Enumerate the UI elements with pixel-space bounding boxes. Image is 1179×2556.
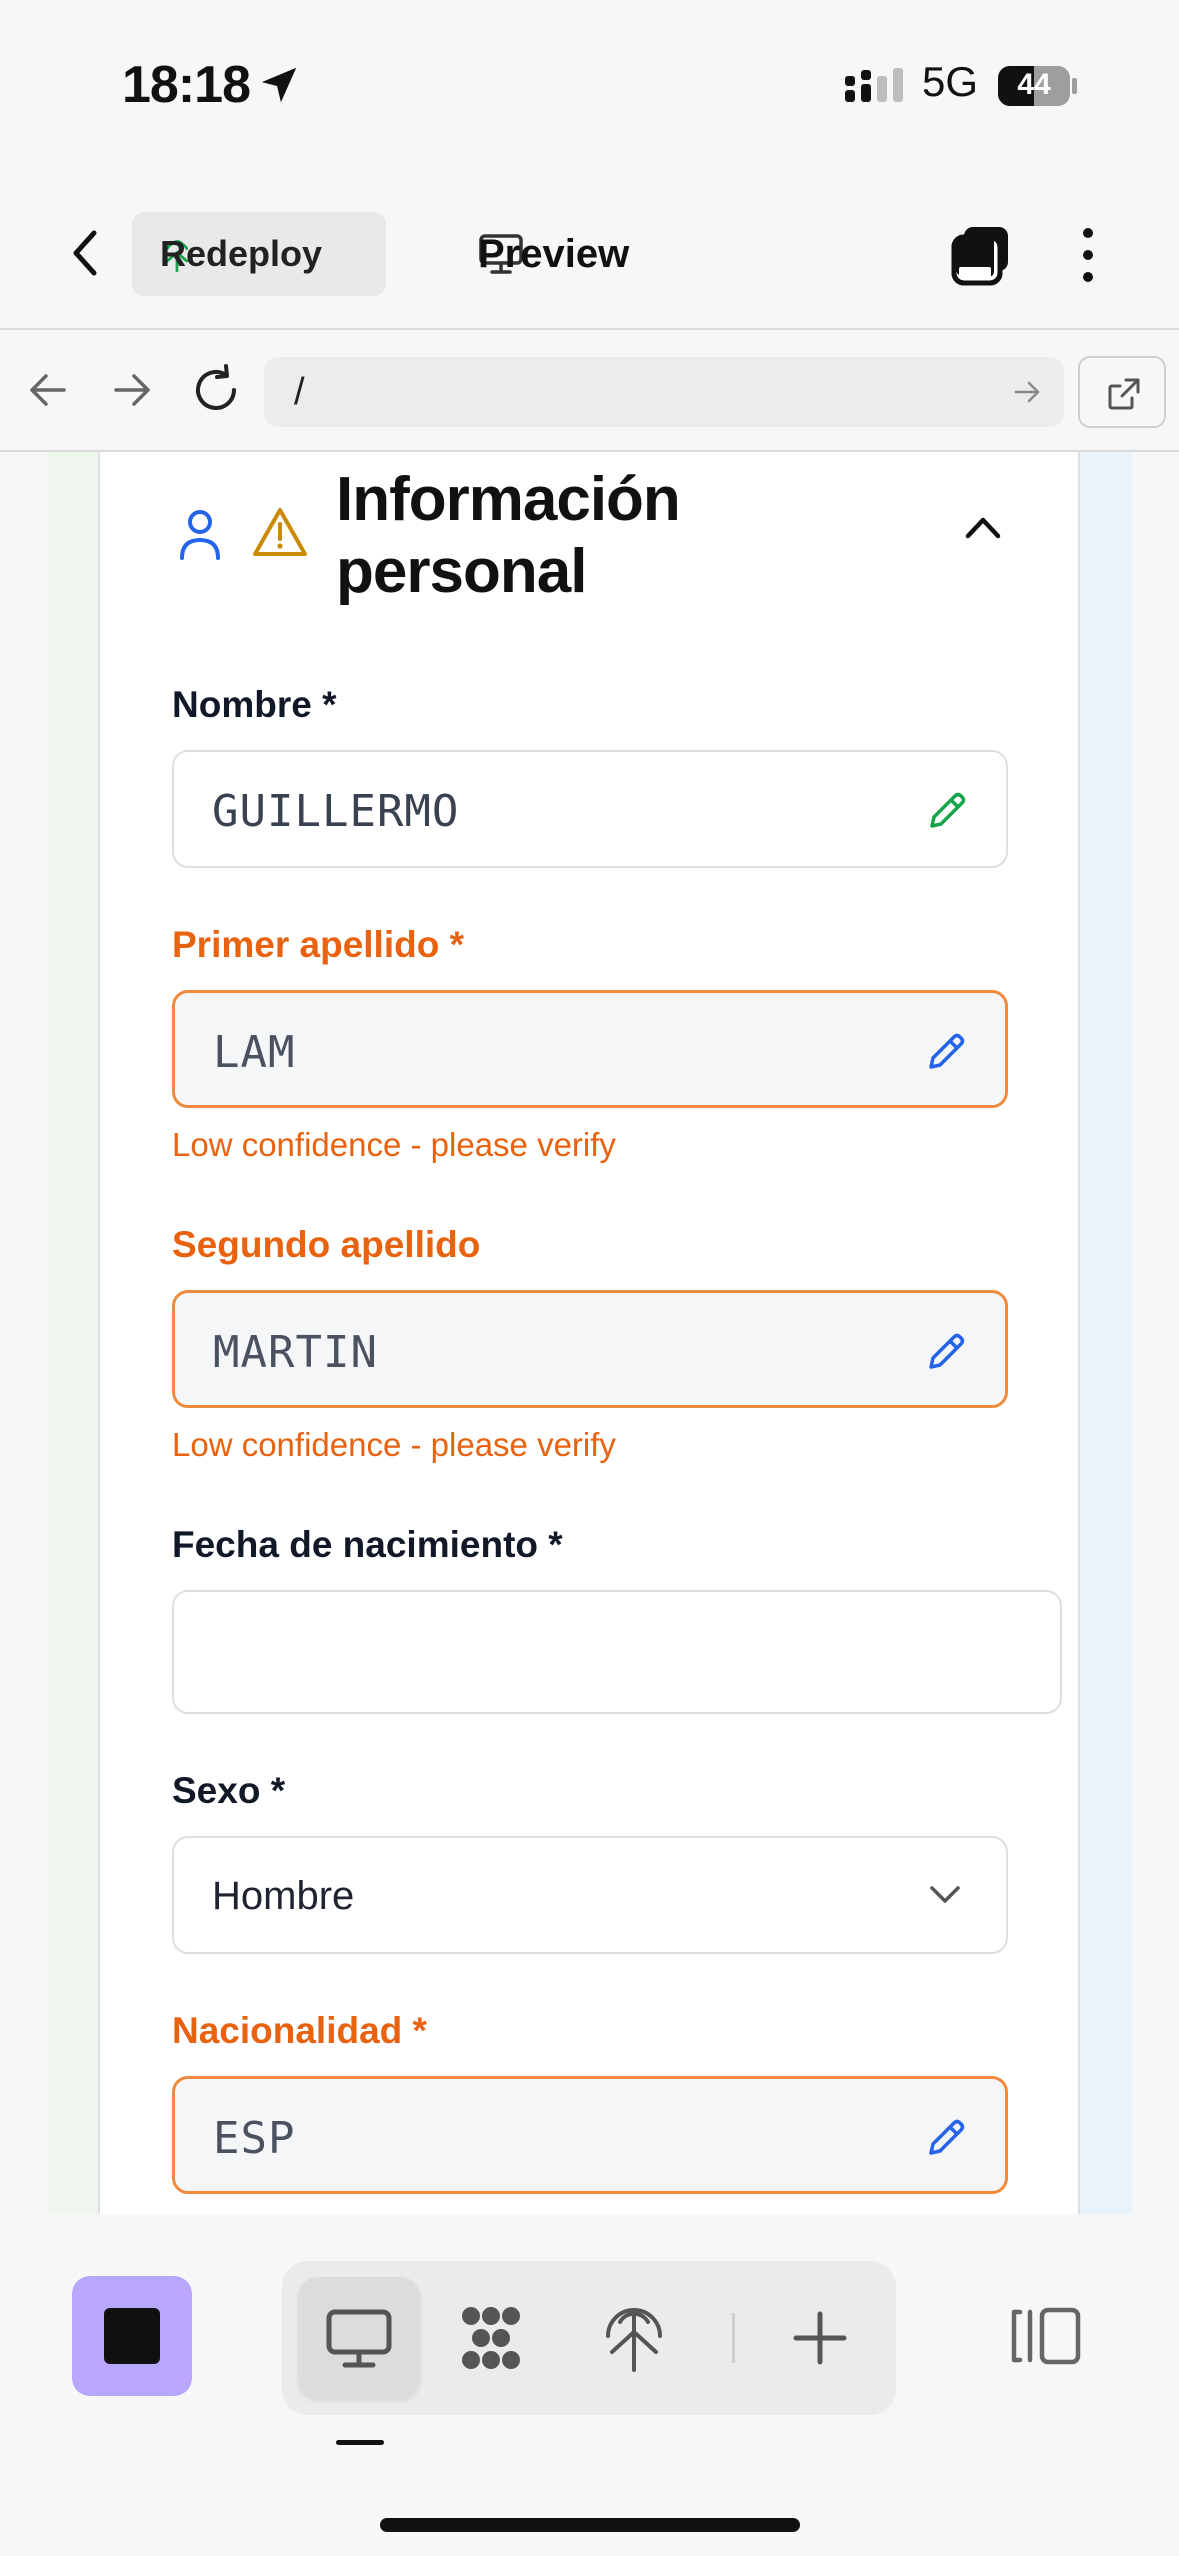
more-options-icon[interactable] <box>1068 223 1108 287</box>
preview-label: Preview <box>478 231 630 276</box>
primer-apellido-label: Primer apellido * <box>172 924 464 965</box>
reload-icon[interactable] <box>188 362 244 418</box>
app-header: Redeploy Preview <box>0 175 1179 330</box>
external-link-icon <box>1108 378 1140 410</box>
chevron-down-icon <box>930 1886 960 1903</box>
sexo-value: Hombre <box>212 1874 355 1918</box>
preview-button[interactable]: Preview <box>478 212 629 296</box>
url-text: / <box>294 371 305 413</box>
pencil-icon[interactable] <box>921 1027 971 1077</box>
status-time: 18:18 <box>122 56 251 114</box>
segundo-apellido-hint: Low confidence - please verify <box>172 1426 616 1463</box>
left-gutter <box>48 452 100 2214</box>
pencil-icon[interactable] <box>921 2113 971 2163</box>
redeploy-label: Redeploy <box>160 233 323 274</box>
preview-content: Información personal Nombre * GUILLERMO … <box>0 452 1179 2214</box>
pencil-icon[interactable] <box>922 786 972 836</box>
chevron-left-icon[interactable] <box>60 223 110 283</box>
open-external-button[interactable] <box>1078 356 1166 428</box>
home-indicator[interactable] <box>380 2518 800 2532</box>
nombre-value: GUILLERMO <box>212 786 460 837</box>
chevron-up-icon[interactable] <box>962 512 1004 542</box>
view-switcher <box>282 2261 896 2415</box>
browser-url-bar: / <box>0 332 1179 452</box>
segundo-apellido-field[interactable]: MARTIN <box>172 1290 1008 1408</box>
nacionalidad-label: Nacionalidad * <box>172 2010 427 2051</box>
active-tab-indicator <box>336 2440 384 2445</box>
segundo-apellido-value: MARTIN <box>213 1327 378 1378</box>
user-icon <box>180 510 220 560</box>
bottom-toolbar <box>0 2214 1179 2556</box>
warning-icon <box>253 508 307 556</box>
stop-icon <box>104 2308 160 2364</box>
graph-icon[interactable] <box>455 2302 527 2374</box>
network-type: 5G <box>922 58 979 105</box>
nacionalidad-field[interactable]: ESP <box>172 2076 1008 2194</box>
divider <box>732 2313 735 2363</box>
redeploy-button[interactable]: Redeploy <box>132 212 386 296</box>
location-arrow-icon <box>261 67 297 103</box>
section-title: Información personal <box>336 465 681 606</box>
segundo-apellido-label: Segundo apellido <box>172 1224 481 1265</box>
battery-level: 44 <box>1017 68 1051 101</box>
nacionalidad-value: ESP <box>213 2113 296 2164</box>
sexo-label: Sexo * <box>172 1770 286 1811</box>
go-arrow-icon[interactable] <box>1010 375 1044 409</box>
panel-toggle-icon[interactable] <box>1010 2306 1082 2366</box>
stop-button[interactable] <box>72 2276 192 2396</box>
url-input[interactable]: / <box>264 357 1064 427</box>
nombre-field[interactable]: GUILLERMO <box>172 750 1008 868</box>
desktop-icon[interactable] <box>323 2302 395 2374</box>
status-bar: 18:18 5G 44 <box>0 0 1179 175</box>
arrow-right-icon[interactable] <box>104 362 160 418</box>
personal-info-card: Información personal Nombre * GUILLERMO … <box>98 452 1080 2214</box>
primer-apellido-hint: Low confidence - please verify <box>172 1126 616 1163</box>
antenna-icon[interactable] <box>598 2302 670 2374</box>
right-gutter <box>1080 452 1132 2214</box>
fecha-nacimiento-label: Fecha de nacimiento * <box>172 1524 563 1565</box>
tabs-stack-icon[interactable] <box>950 223 1014 287</box>
pencil-icon[interactable] <box>921 1327 971 1377</box>
primer-apellido-field[interactable]: LAM <box>172 990 1008 1108</box>
plus-icon[interactable] <box>784 2302 856 2374</box>
primer-apellido-value: LAM <box>213 1027 296 1078</box>
fecha-nacimiento-input[interactable] <box>172 1590 1062 1714</box>
section-header[interactable]: Información personal <box>100 452 1078 625</box>
sexo-select[interactable]: Hombre <box>172 1836 1008 1954</box>
cellular-signal-icon <box>845 68 903 102</box>
arrow-left-icon[interactable] <box>20 362 76 418</box>
nombre-label: Nombre * <box>172 684 337 725</box>
